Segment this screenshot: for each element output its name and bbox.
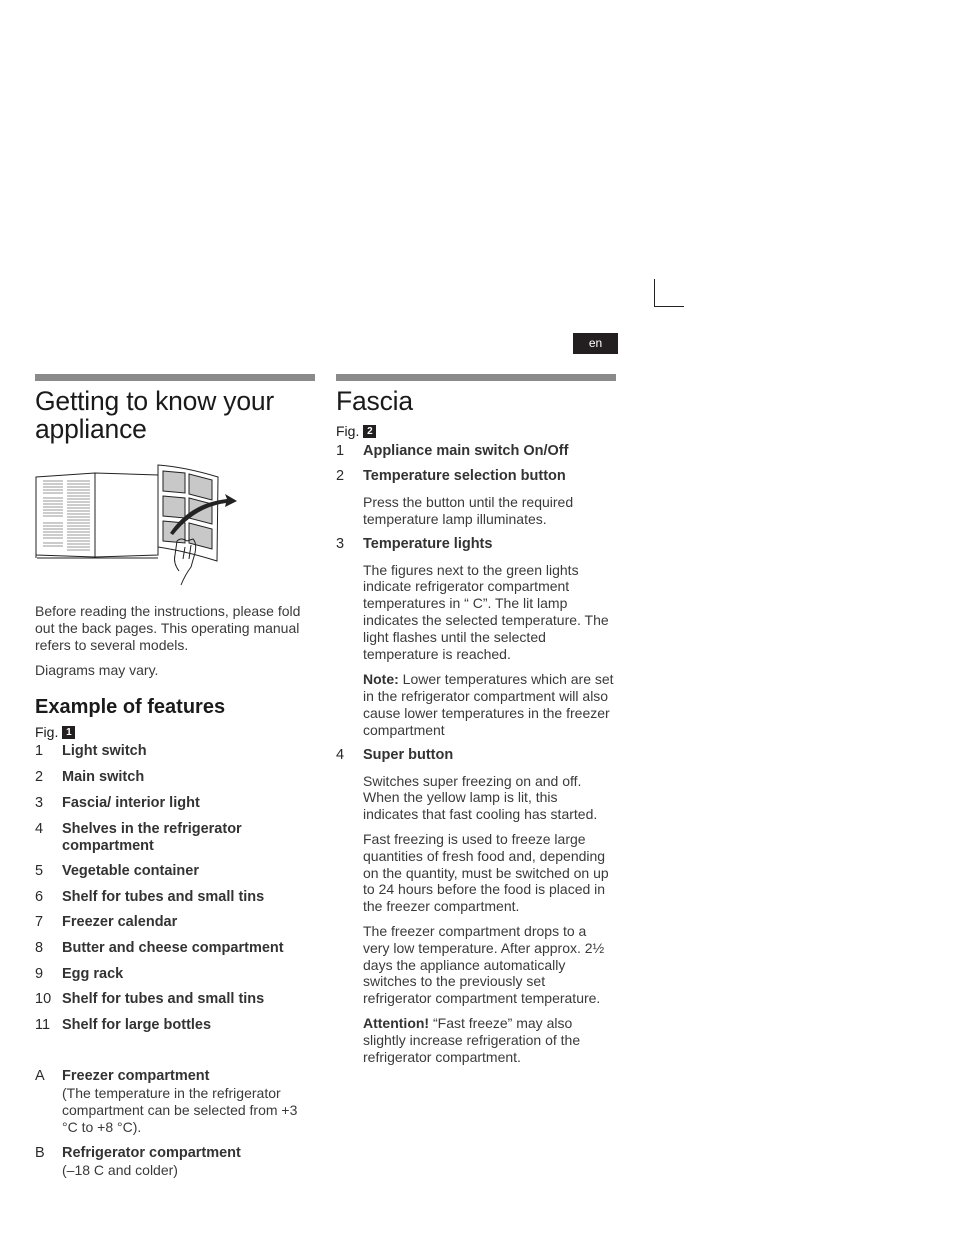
- note-label: Note:: [363, 671, 399, 688]
- list-item: 10 Shelf for tubes and small tins: [35, 991, 265, 1008]
- compartment-item: A Freezer compartment (The temperature i…: [35, 1068, 298, 1135]
- right-column: Fascia Fig. 2 1 Appliance main switch On/…: [336, 374, 616, 1065]
- fold-out-pages-illustration: [35, 464, 237, 586]
- list-item: 2 Temperature selection button: [336, 468, 566, 484]
- list-item: 6 Shelf for tubes and small tins: [35, 889, 265, 906]
- list-item: 9 Egg rack: [35, 966, 124, 983]
- fascia-list: 1 Appliance main switch On/Off 2 Temperatu…: [336, 443, 616, 1065]
- language-badge: en: [573, 333, 618, 354]
- left-column: Getting to know your appliance Before re…: [35, 374, 315, 1178]
- features-heading: Example of features: [35, 696, 226, 719]
- section-title: Getting to know your appliance: [35, 386, 275, 444]
- item-description: Fast freezing is used to freeze large qu…: [363, 830, 609, 915]
- list-item: 3 Fascia/ interior light: [35, 795, 200, 812]
- list-item: 5 Vegetable container: [35, 863, 199, 880]
- attention-paragraph: Attention! “Fast freeze” may also slight…: [363, 1014, 581, 1065]
- item-description: The freezer compartment drops to a very …: [363, 922, 605, 1007]
- note-paragraph: Note: Lower temperatures which are set i…: [363, 671, 614, 738]
- fig-label: Fig.: [35, 724, 59, 741]
- section-divider-bar: [35, 374, 315, 381]
- list-item: 2 Main switch: [35, 769, 145, 786]
- fig-number-badge: 1: [62, 725, 76, 739]
- section-divider-bar: [336, 374, 616, 381]
- compartment-item: B Refrigerator compartment (–18 C and co…: [35, 1144, 241, 1178]
- figure-reference: Fig. 1: [35, 724, 315, 740]
- item-description: The figures next to the green lights ind…: [363, 561, 609, 662]
- list-item: 3 Temperature lights: [336, 535, 493, 552]
- compartments-list: A Freezer compartment (The temperature i…: [35, 1068, 315, 1178]
- features-list: 1 Light switch 2 Main switch 3 Fascia/ inte…: [35, 743, 315, 1034]
- fold-out-page-icon: [157, 464, 219, 562]
- diagrams-note: Diagrams may vary.: [35, 662, 159, 679]
- fig-number-badge: 2: [363, 424, 377, 438]
- list-item: 7 Freezer calendar: [35, 914, 178, 931]
- item-description: Switches super freezing on and off. When…: [363, 772, 598, 823]
- intro-paragraph: Before reading the instructions, please …: [35, 603, 301, 653]
- list-item: 1 Appliance main switch On/Off: [336, 443, 569, 459]
- list-item: 11 Shelf for large bottles: [35, 1017, 212, 1034]
- list-item: 4 Shelves in the refrigerator compartment: [35, 821, 242, 855]
- list-item: 1 Light switch: [35, 743, 147, 760]
- list-item: 8 Butter and cheese compartment: [35, 940, 284, 957]
- crop-mark: [654, 279, 684, 307]
- attention-label: Attention!: [363, 1014, 430, 1031]
- list-item: 4 Super button: [336, 746, 454, 763]
- item-description: Press the button until the required temp…: [363, 494, 574, 527]
- open-manual-icon: [35, 472, 159, 559]
- figure-reference: Fig. 2: [336, 423, 616, 439]
- section-title: Fascia: [336, 386, 413, 416]
- fig-label: Fig.: [336, 423, 360, 439]
